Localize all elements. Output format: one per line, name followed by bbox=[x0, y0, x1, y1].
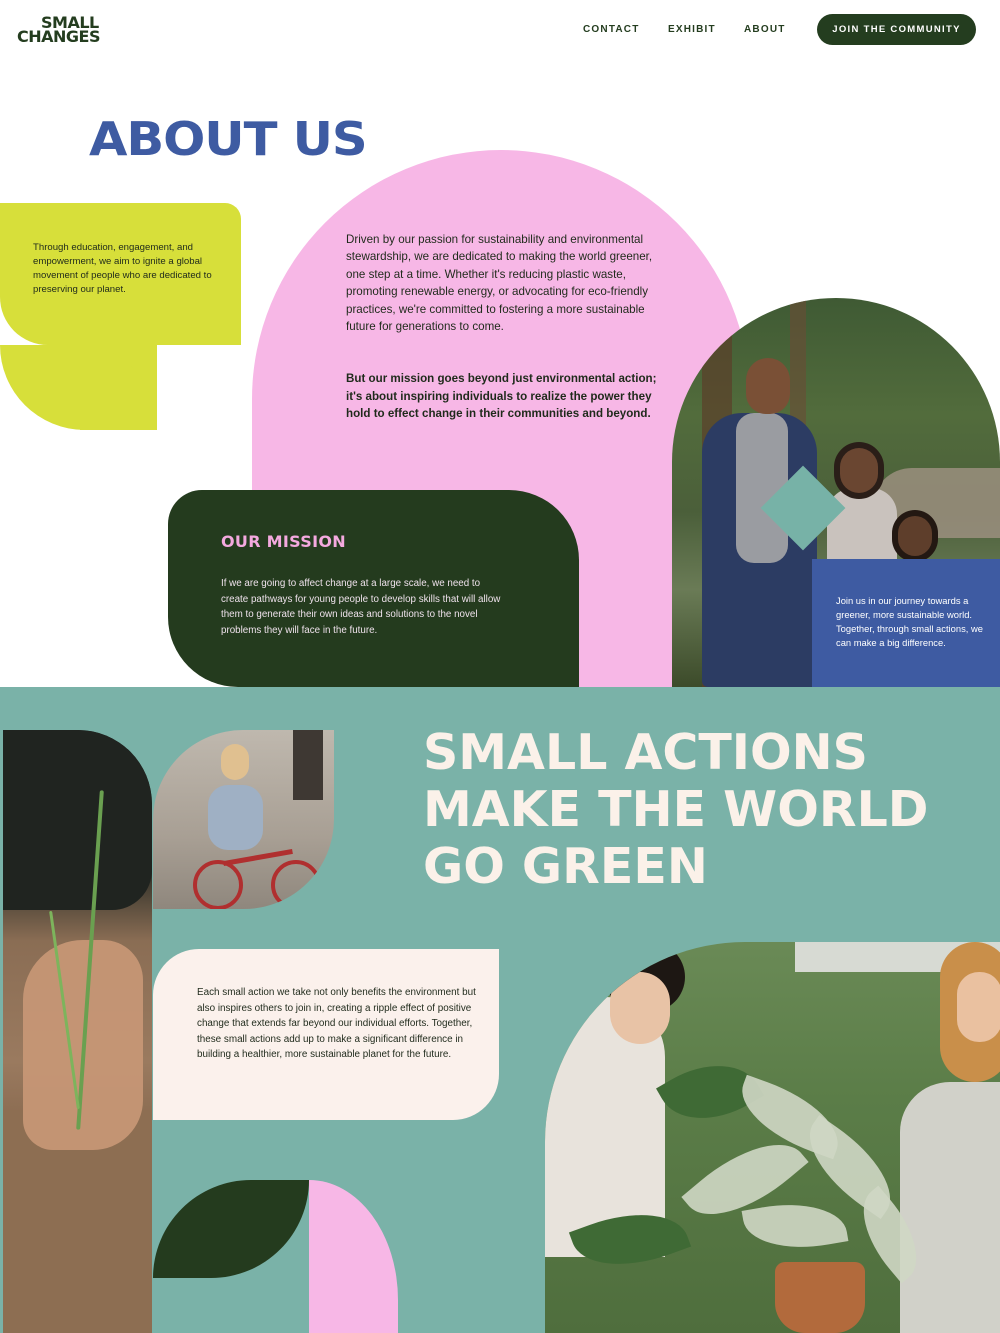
nav-about[interactable]: ABOUT bbox=[744, 24, 786, 35]
potting-plants-photo bbox=[545, 942, 1000, 1333]
logo-line-2: CHANGES bbox=[17, 27, 101, 46]
lime-intro-text: Through education, engagement, and empow… bbox=[33, 242, 212, 295]
about-bold-paragraph: But our mission goes beyond just environ… bbox=[346, 372, 657, 421]
about-paragraph: Driven by our passion for sustainability… bbox=[346, 233, 653, 334]
nav-contact[interactable]: CONTACT bbox=[583, 24, 640, 35]
mission-text: If we are going to affect change at a la… bbox=[221, 578, 501, 636]
mission-title: OUR MISSION bbox=[221, 532, 346, 551]
planting-sprout-photo bbox=[3, 730, 152, 1333]
actions-text: Each small action we take not only benef… bbox=[197, 987, 476, 1060]
actions-title: SMALL ACTIONS MAKE THE WORLD GO GREEN bbox=[423, 724, 929, 895]
logo[interactable]: SMALL CHANGES bbox=[17, 15, 117, 46]
join-community-button[interactable]: JOIN THE COMMUNITY bbox=[817, 14, 976, 45]
nav-exhibit[interactable]: EXHIBIT bbox=[668, 24, 716, 35]
lime-leaf-shape bbox=[0, 345, 157, 430]
page-title: ABOUT US bbox=[89, 112, 368, 166]
woman-on-bike-photo bbox=[153, 730, 334, 909]
join-us-text: Join us in our journey towards a greener… bbox=[836, 595, 983, 648]
